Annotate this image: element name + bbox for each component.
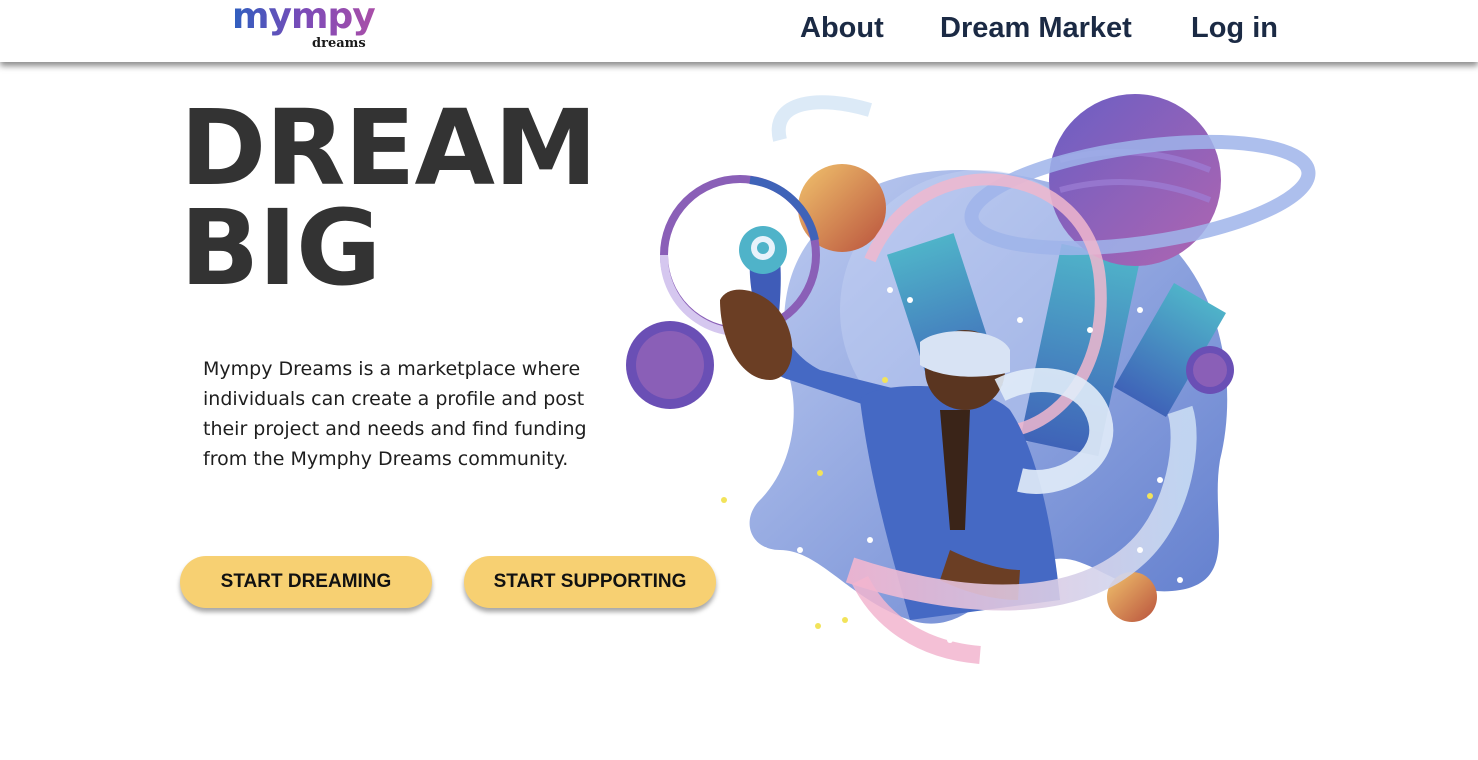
nav-login[interactable]: Log in	[1191, 12, 1278, 45]
site-header: mympy dreams About Dream Market Log in	[0, 0, 1478, 62]
nav-dream-market[interactable]: Dream Market	[940, 12, 1132, 45]
hero-description: Mympy Dreams is a marketplace where indi…	[203, 358, 587, 470]
spiky-sphere-left	[626, 321, 714, 409]
nav-about[interactable]: About	[800, 12, 884, 45]
hero-headline: DREAM BIG	[180, 96, 597, 300]
logo-wordmark: mympy	[232, 0, 376, 37]
spiky-sphere-right	[1186, 346, 1234, 394]
vr-dreamer-illustration	[626, 94, 1316, 664]
start-dreaming-button[interactable]: START DREAMING	[180, 556, 432, 608]
mympy-logo[interactable]: mympy dreams	[232, 0, 376, 60]
logo-subtitle: dreams	[312, 36, 366, 51]
headline-line-2: BIG	[180, 187, 381, 309]
